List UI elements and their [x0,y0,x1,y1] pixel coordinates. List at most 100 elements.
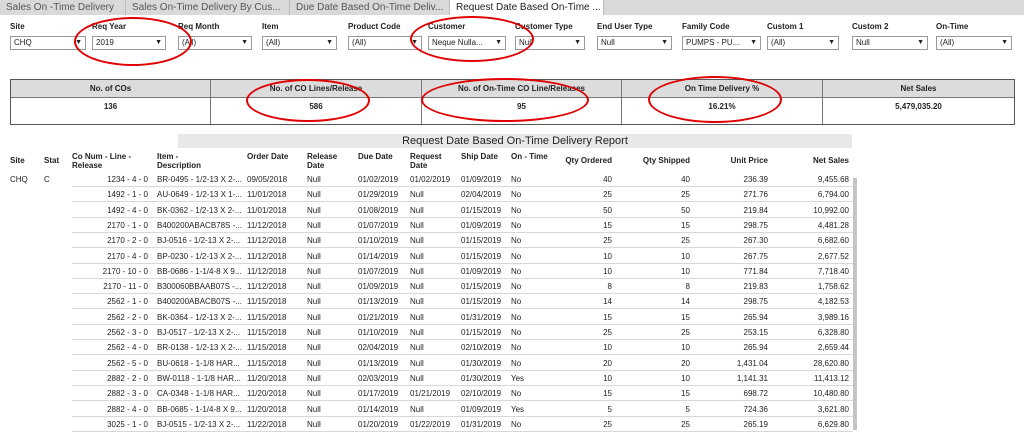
cell-due-date: 01/13/2019 [358,358,399,368]
tab-due-date-based[interactable]: Due Date Based On-Time Deliv... [290,0,450,15]
annotation-circle-customer [410,16,534,62]
column-header-qty-shipped[interactable]: Qty Shipped [610,156,690,165]
cell-qty-shipped: 10 [681,373,690,383]
cell-release-date: Null [307,266,321,276]
cell-unit-price: 724.36 [743,404,768,414]
cell-qty-shipped: 10 [681,343,690,353]
cell-net-sales: 28,620.80 [813,358,849,368]
column-header-release-date[interactable]: Release Date [307,152,355,170]
cell-ship-date: 01/09/2019 [461,175,502,184]
cell-item-description: BW-0118 - 1-1/8 HAR... [157,373,241,383]
filter-dropdown-end-user-type[interactable]: Null ▼ [597,36,672,50]
tab-request-date-based[interactable]: Request Date Based On-Time ... [450,0,604,15]
cell-qty-shipped: 25 [681,190,690,200]
cell-release-date: Null [307,175,321,184]
cell-qty-shipped: 15 [681,389,690,399]
cell-qty-shipped: 25 [681,236,690,246]
cell-due-date: 01/21/2019 [358,312,399,322]
cell-net-sales: 2,677.52 [817,251,849,261]
cell-qty-ordered: 40 [603,175,612,184]
cell-release-date: Null [307,312,321,322]
column-header-net-sales[interactable]: Net Sales [769,156,849,165]
chevron-down-icon[interactable]: ▼ [828,37,835,49]
cell-request-date: Null [410,266,424,276]
cell-qty-ordered: 10 [603,251,612,261]
cell-order-date: 09/05/2018 [247,175,288,184]
cell-qty-ordered: 25 [603,190,612,200]
cell-qty-ordered: 20 [603,358,612,368]
cell-ship-date: 01/15/2019 [461,282,502,292]
cell-unit-price: 698.72 [743,389,768,399]
cell-request-date: Null [410,251,424,261]
chevron-down-icon[interactable]: ▼ [917,37,924,49]
chevron-down-icon[interactable]: ▼ [326,37,333,49]
cell-qty-ordered: 8 [607,282,612,292]
filter-label-product-code: Product Code [348,22,401,31]
cell-unit-price: 267.30 [743,236,768,246]
cell-order-date: 11/15/2018 [247,328,287,337]
cell-release-date: Null [307,343,321,353]
kpi-net-sales: Net Sales 5,479,035.20 [823,80,1014,124]
column-header-qty-ordered[interactable]: Qty Ordered [532,156,612,165]
filter-label-custom-1: Custom 1 [767,22,804,31]
tab-sales-on-time-delivery[interactable]: Sales On -Time Delivery [0,0,126,15]
cell-unit-price: 219.83 [743,282,768,292]
cell-co-num: 2562 - 4 - 0 [107,343,148,353]
column-header-unit-price[interactable]: Unit Price [688,156,768,165]
cell-qty-ordered: 50 [603,205,612,215]
cell-ship-date: 01/30/2019 [461,373,502,383]
cell-qty-ordered: 14 [603,297,612,307]
cell-qty-shipped: 25 [681,328,690,337]
cell-order-date: 11/12/2018 [247,266,287,276]
cell-request-date: 01/02/2019 [410,175,451,184]
cell-unit-price: 771.84 [743,266,768,276]
cell-unit-price: 253.15 [743,328,768,337]
chevron-down-icon[interactable]: ▼ [241,37,248,49]
cell-due-date: 01/10/2019 [358,236,399,246]
filter-dropdown-item[interactable]: (All) ▼ [262,36,337,50]
cell-order-date: 11/15/2018 [247,358,287,368]
cell-qty-shipped: 50 [681,205,690,215]
cell-unit-price: 267.75 [743,251,768,261]
column-header-item-description[interactable]: Item - Description [157,152,205,170]
column-header-ship-date[interactable]: Ship Date [461,152,509,161]
cell-qty-ordered: 5 [607,404,612,414]
column-header-co-num[interactable]: Co Num - Line - Release [72,152,152,170]
cell-release-date: Null [307,205,321,215]
annotation-circle-on-time-lines [421,78,589,122]
filter-dropdown-on-time[interactable]: (All) ▼ [936,36,1012,50]
chevron-down-icon[interactable]: ▼ [661,37,668,49]
cell-qty-ordered: 15 [603,312,612,322]
filter-dropdown-custom-1[interactable]: (All) ▼ [767,36,839,50]
column-header-request-date[interactable]: Request Date [410,152,458,170]
cell-qty-ordered: 25 [603,236,612,246]
column-header-order-date[interactable]: Order Date [247,152,295,161]
cell-co-num: 2882 - 2 - 0 [107,373,148,383]
cell-item-description: BK-0362 - 1/2-13 X 2-... [157,205,242,215]
chevron-down-icon[interactable]: ▼ [750,37,757,49]
column-header-due-date[interactable]: Due Date [358,152,406,161]
filter-dropdown-custom-2[interactable]: Null ▼ [852,36,928,50]
cell-item-description: B300060BBAAB07S -... [157,282,242,292]
cell-request-date: Null [410,220,424,230]
annotation-circle-on-time-pct [648,76,782,123]
cell-net-sales: 11,413.12 [814,373,849,383]
chevron-down-icon[interactable]: ▼ [1001,37,1008,49]
cell-ship-date: 01/09/2019 [461,220,502,230]
kpi-no-of-cos: No. of COs 136 [11,80,211,124]
filter-dropdown-family-code[interactable]: PUMPS - PU... ▼ [682,36,761,50]
cell-due-date: 01/09/2019 [358,282,399,292]
cell-co-num: 2170 - 4 - 0 [107,251,148,261]
report-scrollbar[interactable] [853,178,857,430]
cell-ship-date: 01/15/2019 [461,328,502,337]
annotation-circle-co-lines [246,79,370,122]
cell-qty-ordered: 15 [603,389,612,399]
cell-request-date: Null [410,190,424,200]
chevron-down-icon[interactable]: ▼ [574,37,581,49]
cell-unit-price: 1,431.04 [736,358,768,368]
filter-label-on-time: On-Time [936,22,969,31]
row-group-stat: C [44,175,50,184]
filter-value: CHQ [14,38,32,47]
cell-net-sales: 7,718.40 [817,266,849,276]
tab-sales-on-time-by-customer[interactable]: Sales On-Time Delivery By Cus... [126,0,290,15]
